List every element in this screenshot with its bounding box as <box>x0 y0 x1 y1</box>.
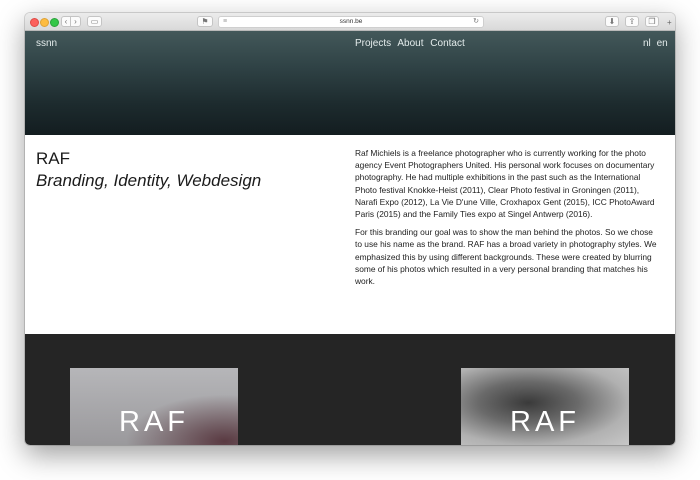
address-url: ssnn.be <box>339 18 363 25</box>
site-header: ssnn Projects About Contact nl en <box>25 31 675 135</box>
project-gallery: RAF RAF <box>25 334 675 445</box>
download-icon: ⬇ <box>608 17 616 26</box>
main-nav: Projects About Contact <box>355 37 469 51</box>
lang-nl[interactable]: nl <box>643 38 651 49</box>
sidebar-icon: ▭ <box>90 17 99 26</box>
description-paragraph: For this branding our goal was to show t… <box>355 227 657 287</box>
browser-window: ‹ › ▭ ⚑ ≡ ssnn.be ↻ ⬇ ⇪ ❐ + ssnn Project… <box>25 13 675 445</box>
lang-en[interactable]: en <box>657 38 668 49</box>
chevron-right-icon: › <box>74 17 77 26</box>
chevron-left-icon: ‹ <box>64 17 68 26</box>
nav-projects[interactable]: Projects <box>355 38 391 49</box>
back-button[interactable]: ‹ <box>61 16 71 27</box>
extension-button[interactable]: ⚑ <box>197 16 213 27</box>
sidebar-button[interactable]: ▭ <box>87 16 102 27</box>
project-title: RAF <box>36 149 70 168</box>
nav-about[interactable]: About <box>397 38 423 49</box>
close-window-button[interactable] <box>30 18 39 27</box>
project-description: Raf Michiels is a freelance photographer… <box>355 147 661 293</box>
zoom-window-button[interactable] <box>50 18 59 27</box>
browser-toolbar: ‹ › ▭ ⚑ ≡ ssnn.be ↻ ⬇ ⇪ ❐ + <box>25 13 675 31</box>
project-section: RAF Branding, Identity, Webdesign Raf Mi… <box>25 135 675 334</box>
extension-icon: ⚑ <box>201 17 209 26</box>
minimize-window-button[interactable] <box>40 18 49 27</box>
share-button[interactable]: ⇪ <box>625 16 639 27</box>
share-icon: ⇪ <box>628 17 636 26</box>
description-paragraph: Raf Michiels is a freelance photographer… <box>355 148 655 220</box>
gallery-image[interactable]: RAF <box>461 368 629 445</box>
forward-button[interactable]: › <box>71 16 81 27</box>
web-page: ssnn Projects About Contact nl en RAF Br… <box>25 31 675 445</box>
gallery-image[interactable]: RAF <box>70 368 238 445</box>
tabs-icon: ❐ <box>648 17 656 26</box>
project-tags: Branding, Identity, Webdesign <box>36 171 262 190</box>
address-bar[interactable]: ≡ ssnn.be ↻ <box>218 16 484 28</box>
reload-icon[interactable]: ↻ <box>473 17 479 27</box>
raf-wordmark: RAF <box>510 406 580 438</box>
language-switcher: nl en <box>640 37 668 51</box>
tabs-button[interactable]: ❐ <box>645 16 659 27</box>
download-button[interactable]: ⬇ <box>605 16 619 27</box>
site-logo[interactable]: ssnn <box>36 37 57 51</box>
plus-icon[interactable]: + <box>667 19 672 27</box>
reader-icon[interactable]: ≡ <box>223 17 227 27</box>
raf-wordmark: RAF <box>119 406 189 438</box>
nav-contact[interactable]: Contact <box>430 38 464 49</box>
